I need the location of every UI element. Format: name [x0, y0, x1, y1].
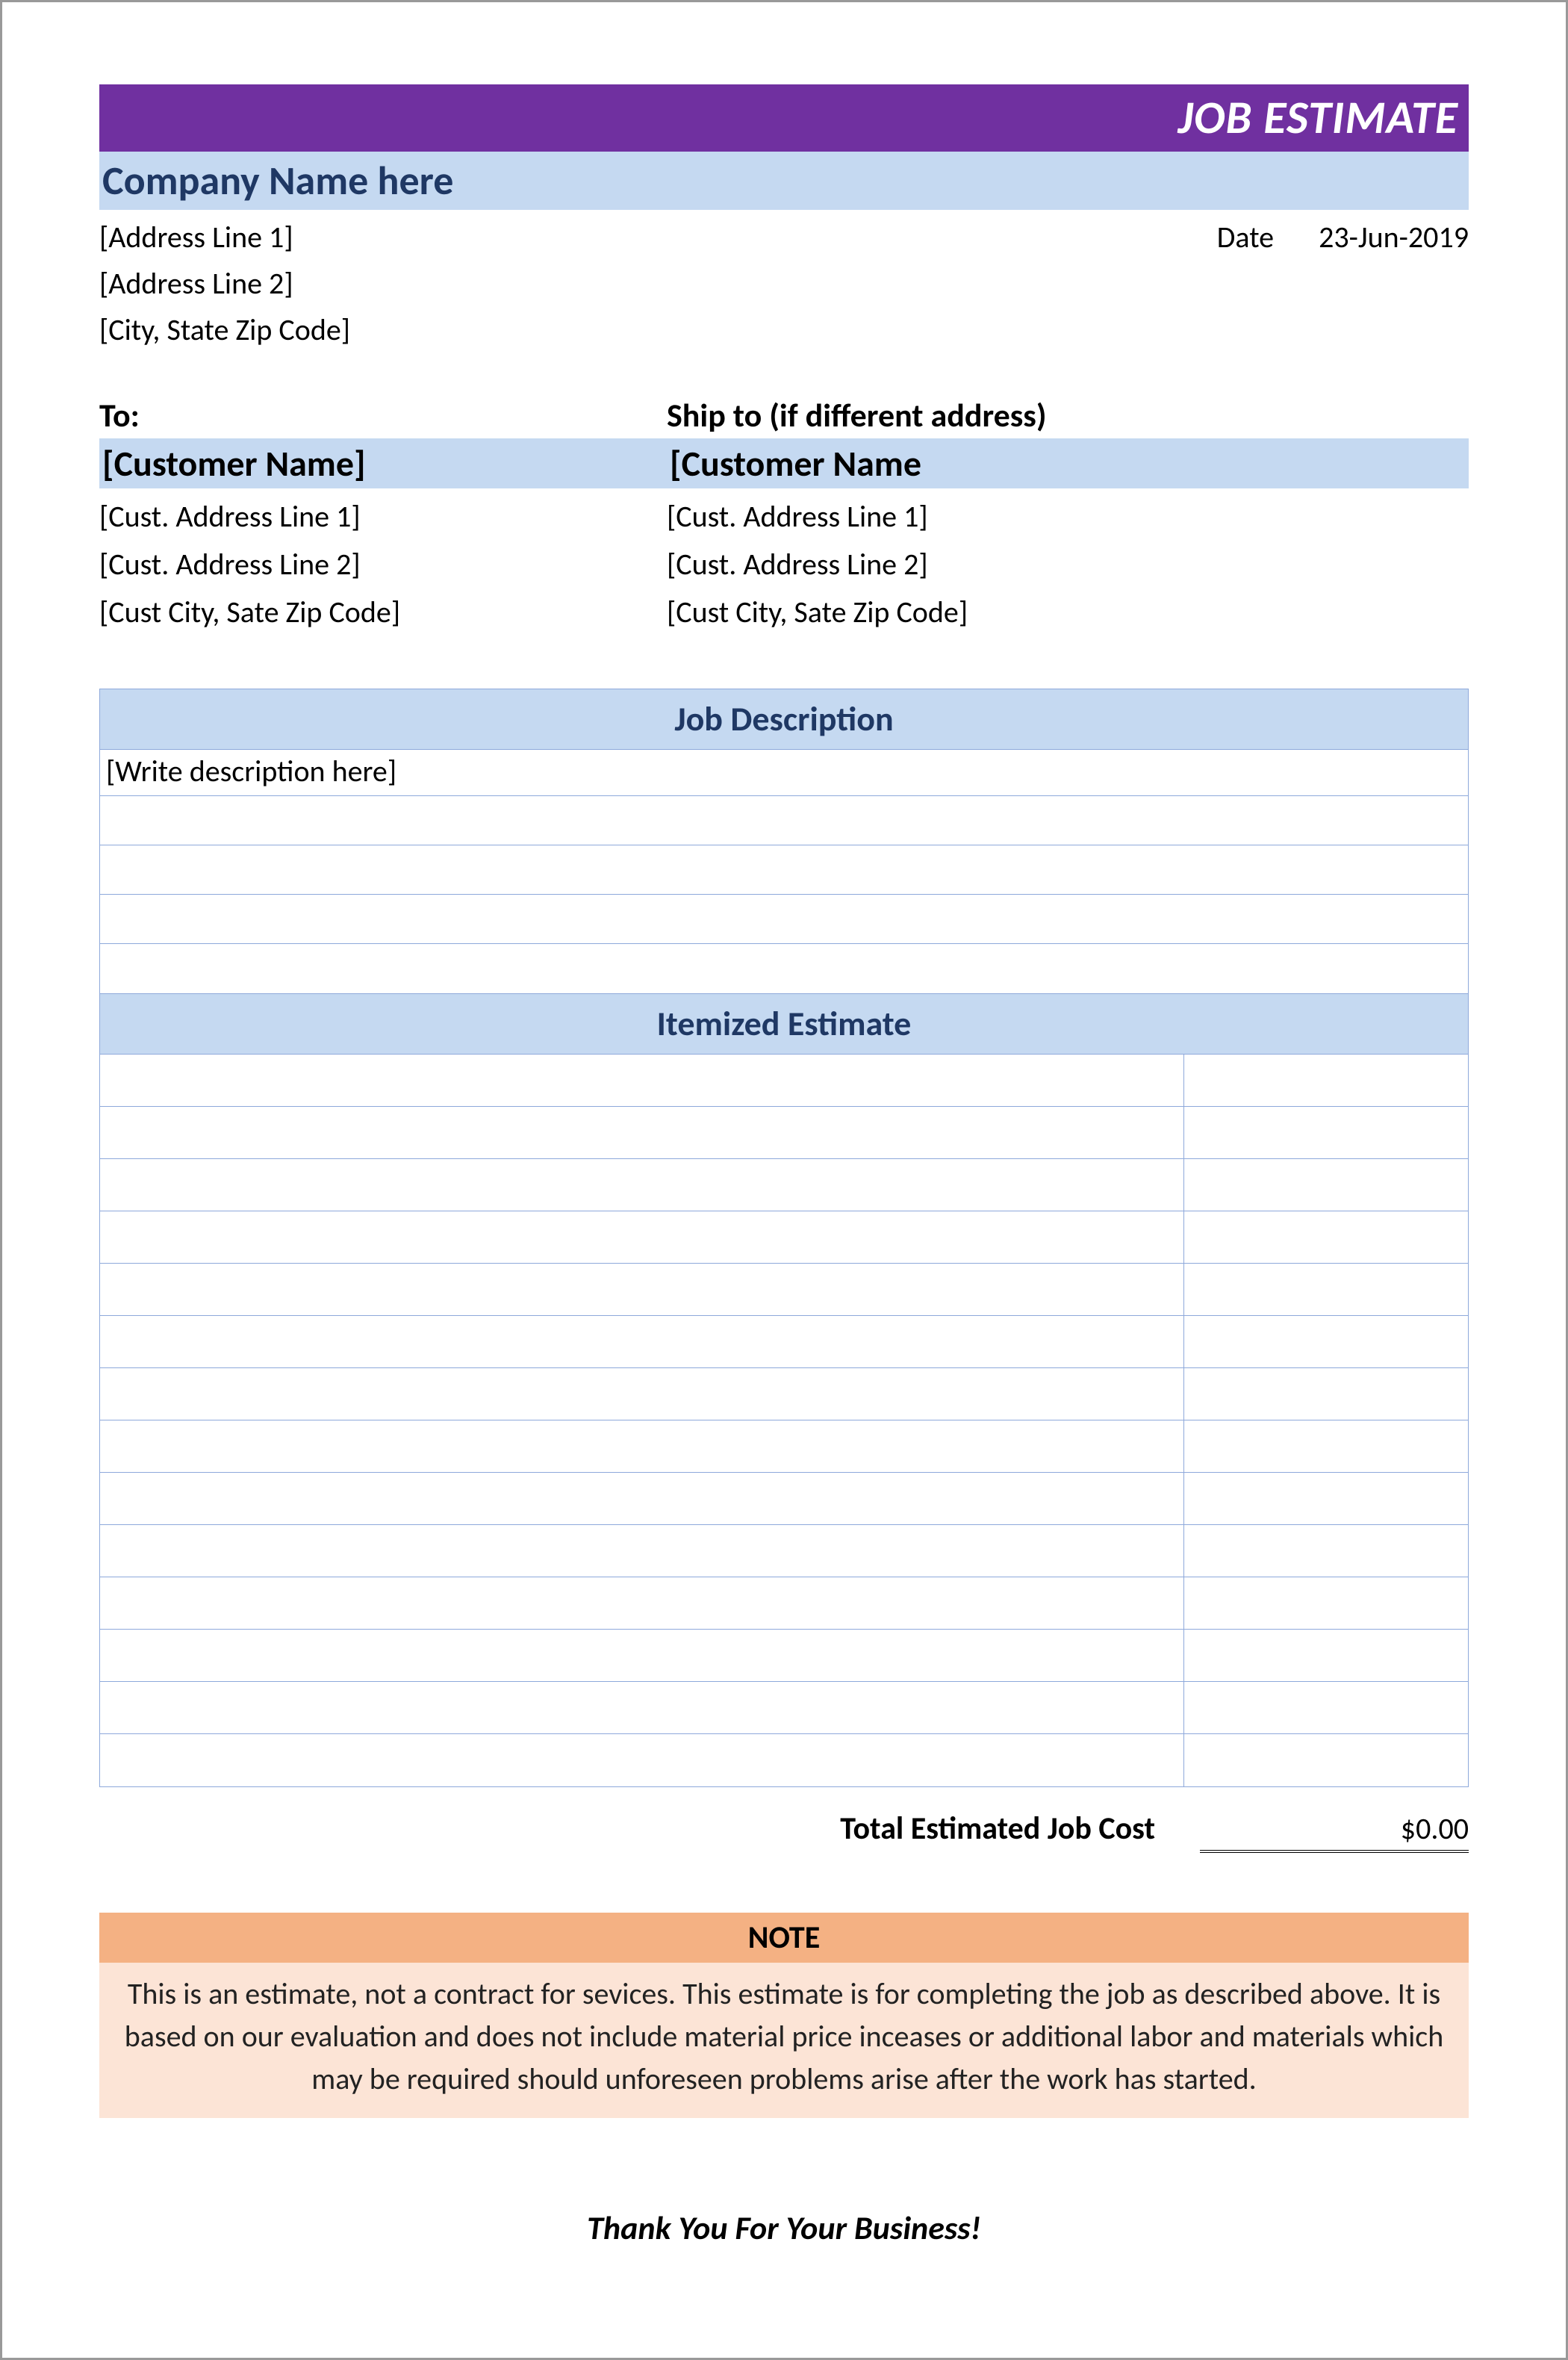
item-row[interactable] [100, 1682, 1468, 1734]
job-description-line[interactable] [100, 845, 1468, 895]
shipto-customer-name: [Customer Name [670, 441, 1466, 485]
company-name-bar: Company Name here [99, 152, 1469, 210]
item-row[interactable] [100, 1577, 1468, 1630]
item-row[interactable] [100, 1316, 1468, 1368]
note-body: This is an estimate, not a contract for … [99, 1963, 1469, 2118]
shipto-address-line2: [Cust. Address Line 2] [667, 541, 1469, 589]
item-row[interactable] [100, 1630, 1468, 1682]
to-address-line1: [Cust. Address Line 1] [99, 493, 667, 541]
job-description-line[interactable] [100, 796, 1468, 845]
to-city-state-zip: [Cust City, Sate Zip Code] [99, 589, 667, 636]
to-customer-name: [Customer Name] [102, 441, 670, 485]
job-estimate-page: JOB ESTIMATE Company Name here [Address … [0, 0, 1568, 2360]
date-label: Date [1217, 214, 1274, 261]
thank-you-footer: Thank You For Your Business! [99, 2208, 1469, 2248]
item-row[interactable] [100, 1525, 1468, 1577]
document-title-banner: JOB ESTIMATE [99, 84, 1469, 152]
job-description-header: Job Description [99, 689, 1469, 750]
job-description-line[interactable]: [Write description here] [100, 750, 1468, 796]
itemized-estimate-table [99, 1055, 1469, 1787]
to-label: To: [99, 395, 667, 435]
shipto-address-line1: [Cust. Address Line 1] [667, 493, 1469, 541]
shipto-city-state-zip: [Cust City, Sate Zip Code] [667, 589, 1469, 636]
total-cost-value: $0.00 [1200, 1810, 1469, 1853]
item-row[interactable] [100, 1734, 1468, 1786]
job-description-line[interactable] [100, 895, 1468, 944]
to-address-line2: [Cust. Address Line 2] [99, 541, 667, 589]
company-address-block: [Address Line 1] Date 23-Jun-2019 [Addre… [99, 214, 1469, 353]
item-row[interactable] [100, 1159, 1468, 1211]
job-description-table: [Write description here] [99, 750, 1469, 994]
company-address-line1: [Address Line 1] [99, 214, 293, 261]
shipto-label: Ship to (if different address) [667, 395, 1469, 435]
company-address-line2: [Address Line 2] [99, 261, 1469, 307]
job-description-line[interactable] [100, 944, 1468, 993]
item-row[interactable] [100, 1264, 1468, 1316]
item-row[interactable] [100, 1368, 1468, 1420]
item-row[interactable] [100, 1420, 1468, 1473]
item-row[interactable] [100, 1055, 1468, 1107]
itemized-estimate-header: Itemized Estimate [99, 994, 1469, 1055]
company-city-state-zip: [City, State Zip Code] [99, 307, 1469, 353]
total-cost-label: Total Estimated Job Cost [840, 1810, 1155, 1848]
item-row[interactable] [100, 1211, 1468, 1264]
item-row[interactable] [100, 1107, 1468, 1159]
item-row[interactable] [100, 1473, 1468, 1525]
date-value: 23-Jun-2019 [1319, 214, 1469, 261]
note-header: NOTE [99, 1913, 1469, 1963]
